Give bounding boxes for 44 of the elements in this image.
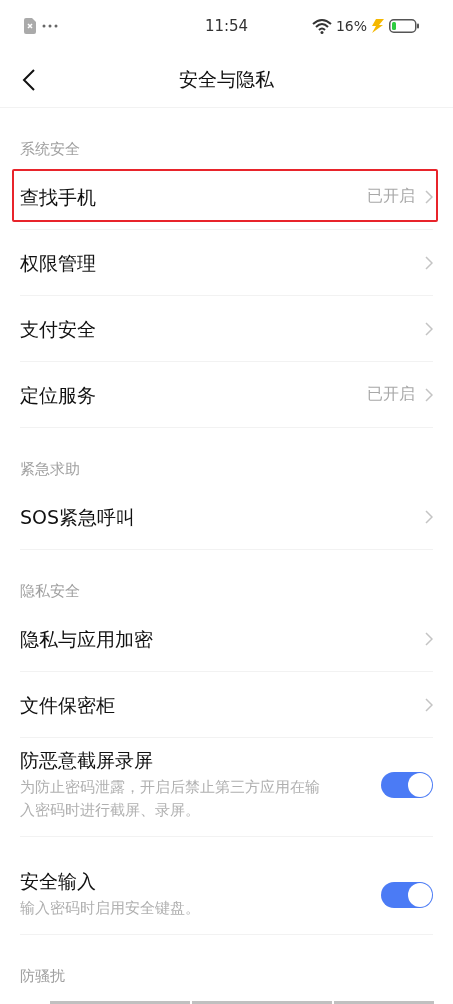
sim-icon xyxy=(24,18,36,34)
item-description: 输入密码时启用安全键盘。 xyxy=(20,898,201,919)
status-time: 11:54 xyxy=(204,17,249,35)
item-label: 防恶意截屏录屏 xyxy=(20,748,154,772)
more-icon xyxy=(42,24,58,28)
toggle-switch[interactable] xyxy=(381,772,433,798)
wifi-icon xyxy=(311,18,332,34)
battery-icon xyxy=(389,19,419,33)
chevron-icon xyxy=(425,509,433,524)
section-title: 系统安全 xyxy=(20,139,81,160)
item-label: 查找手机 xyxy=(20,184,96,209)
item-label: 安全输入 xyxy=(20,869,97,893)
item-label: SOS紧急呼叫 xyxy=(20,504,136,529)
item-label: 权限管理 xyxy=(20,250,96,275)
section-title: 隐私安全 xyxy=(20,581,81,602)
settings-item[interactable]: 查找手机 已开启 xyxy=(20,164,433,230)
settings-item[interactable]: 文件保密柜 xyxy=(20,672,433,738)
section-title: 紧急求助 xyxy=(20,459,81,480)
item-value: 已开启 xyxy=(367,186,415,207)
chevron-icon xyxy=(425,189,433,204)
settings-item[interactable]: 权限管理 xyxy=(20,230,433,296)
settings-item[interactable]: 隐私与应用加密 xyxy=(20,606,433,672)
chevron-icon xyxy=(425,387,433,402)
back-icon[interactable] xyxy=(22,68,36,92)
charging-icon xyxy=(371,19,385,33)
item-label: 文件保密柜 xyxy=(20,692,115,717)
settings-item[interactable]: 防恶意截屏录屏 为防止密码泄露，开启后禁止第三方应用在输入密码时进行截屏、录屏。 xyxy=(20,738,433,837)
chevron-icon xyxy=(425,321,433,336)
toggle-switch[interactable] xyxy=(381,881,433,908)
chevron-icon xyxy=(425,631,433,646)
item-value: 已开启 xyxy=(367,384,415,405)
chevron-icon xyxy=(425,697,433,712)
item-description: 为防止密码泄露，开启后禁止第三方应用在输入密码时进行截屏、录屏。 xyxy=(20,777,320,821)
settings-item[interactable]: 定位服务 已开启 xyxy=(20,362,433,428)
section-title: 防骚扰 xyxy=(20,966,66,987)
settings-item[interactable]: 支付安全 xyxy=(20,296,433,362)
item-label: 支付安全 xyxy=(20,316,96,341)
settings-item[interactable]: SOS紧急呼叫 xyxy=(20,484,433,550)
item-label: 隐私与应用加密 xyxy=(20,626,153,651)
settings-item[interactable]: 安全输入 输入密码时启用安全键盘。 xyxy=(20,837,433,935)
item-label: 定位服务 xyxy=(20,382,96,407)
chevron-icon xyxy=(425,255,433,270)
battery-percent: 16% xyxy=(335,18,367,34)
page-title: 安全与隐私 xyxy=(179,66,274,92)
